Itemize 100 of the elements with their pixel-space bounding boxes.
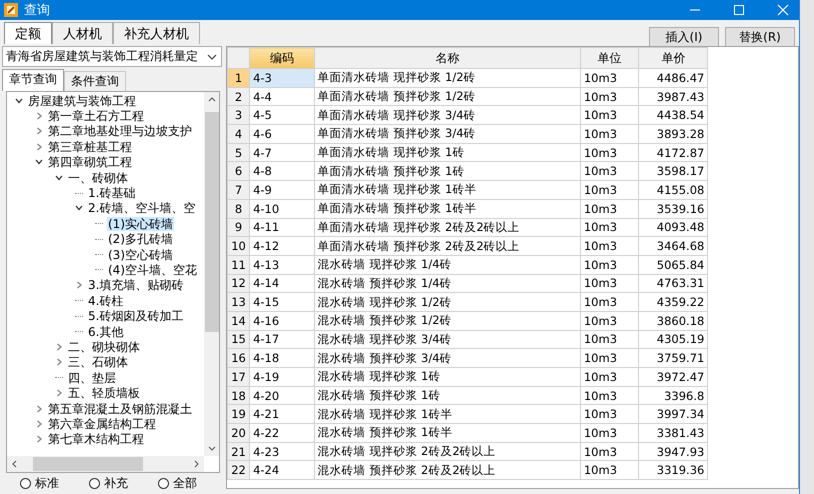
radio-label: 补充 bbox=[104, 475, 128, 492]
table-cell: 10m3 bbox=[580, 424, 639, 442]
tree-item[interactable]: 第四章砌筑工程 bbox=[47, 155, 133, 170]
row-number: 22 bbox=[228, 460, 250, 480]
table-cell: 4-20 bbox=[250, 386, 314, 405]
table-cell: 3464.68 bbox=[638, 236, 708, 256]
table-cell: 3997.34 bbox=[638, 404, 708, 424]
row-number: 18 bbox=[228, 386, 250, 405]
row-number: 21 bbox=[228, 442, 250, 461]
scroll-right-icon[interactable] bbox=[194, 460, 200, 468]
table-cell: 10m3 bbox=[580, 368, 639, 386]
tree-item[interactable]: (3)空心砖墙 bbox=[107, 248, 174, 262]
column-header[interactable]: 编码 bbox=[250, 48, 314, 68]
chevron-right-icon[interactable] bbox=[35, 435, 43, 444]
scroll-down-icon[interactable] bbox=[208, 446, 216, 452]
tree-item[interactable]: 2.砖墙、空斗墙、空 bbox=[87, 201, 196, 216]
table-cell: 混水砖墙 现拌砂浆 3/4砖 bbox=[314, 330, 580, 349]
chevron-right-icon[interactable] bbox=[35, 127, 43, 136]
horizontal-scrollbar[interactable] bbox=[7, 456, 204, 472]
chevron-right-icon[interactable] bbox=[55, 358, 63, 366]
table-cell: 3598.17 bbox=[638, 162, 708, 181]
chevron-down-icon[interactable] bbox=[15, 96, 23, 105]
table-cell: 4-23 bbox=[250, 442, 314, 461]
table-cell: 单面清水砖墙 现拌砂浆 2砖及2砖以上 bbox=[314, 218, 580, 237]
action-button[interactable]: 替换(R) bbox=[725, 27, 795, 47]
tree-item[interactable]: 二、砌块砌体 bbox=[67, 340, 141, 354]
table-cell: 混水砖墙 现拌砂浆 2砖及2砖以上 bbox=[314, 442, 580, 461]
row-number: 1 bbox=[228, 68, 250, 88]
tree-item[interactable]: 5.砖烟囱及砖加工 bbox=[87, 309, 184, 324]
tree-item[interactable]: 五、轻质墙板 bbox=[67, 386, 141, 400]
table-cell: 4-3 bbox=[250, 68, 314, 88]
tab[interactable]: 章节查询 bbox=[2, 69, 64, 91]
table-cell: 3539.16 bbox=[638, 199, 708, 218]
tree-item[interactable]: (1)实心砖墙 bbox=[107, 216, 174, 231]
table-cell: 4-10 bbox=[250, 199, 314, 218]
chevron-right-icon[interactable] bbox=[55, 389, 63, 398]
radio-button[interactable] bbox=[158, 478, 169, 489]
table-cell: 混水砖墙 预拌砂浆 1砖半 bbox=[314, 424, 580, 442]
tree-item[interactable]: 1.砖基础 bbox=[87, 186, 136, 200]
action-button[interactable]: 插入(I) bbox=[649, 27, 719, 47]
tree-item[interactable]: 三、石砌体 bbox=[67, 355, 129, 370]
tree-item[interactable]: 第一章土石方工程 bbox=[47, 109, 145, 124]
chevron-down-icon[interactable] bbox=[55, 174, 63, 182]
table-cell: 4-14 bbox=[250, 274, 314, 293]
table-cell: 4-9 bbox=[250, 180, 314, 200]
table-cell: 10m3 bbox=[580, 236, 639, 256]
table-cell: 10m3 bbox=[580, 106, 639, 125]
table-cell: 4-15 bbox=[250, 292, 314, 312]
tree-item[interactable]: 第七章木结构工程 bbox=[47, 432, 145, 446]
tree-item[interactable]: 6.其他 bbox=[87, 324, 124, 339]
library-dropdown[interactable]: 青海省房屋建筑与装饰工程消耗量定 bbox=[2, 46, 222, 67]
radio-button[interactable] bbox=[20, 478, 31, 489]
chevron-right-icon[interactable] bbox=[35, 420, 43, 428]
tree-item[interactable]: 第二章地基处理与边坡支护 bbox=[47, 124, 193, 138]
tab[interactable]: 补充人材机 bbox=[113, 22, 200, 44]
table-cell: 10m3 bbox=[580, 162, 639, 181]
chevron-down-icon[interactable] bbox=[75, 204, 83, 212]
column-header[interactable]: 名称 bbox=[314, 48, 580, 68]
tree-item[interactable]: 第三章桩基工程 bbox=[47, 140, 133, 154]
column-header[interactable]: 单价 bbox=[638, 48, 708, 68]
row-number: 2 bbox=[228, 87, 250, 106]
table-cell: 3381.43 bbox=[638, 424, 708, 442]
table-cell: 3972.47 bbox=[638, 368, 708, 386]
table-cell: 4359.22 bbox=[638, 292, 708, 312]
tree-item[interactable]: 房屋建筑与装饰工程 bbox=[27, 94, 137, 108]
row-number: 16 bbox=[228, 348, 250, 368]
tree-item[interactable]: (2)多孔砖墙 bbox=[107, 232, 174, 246]
radio-button[interactable] bbox=[89, 478, 100, 489]
tab[interactable]: 人材机 bbox=[52, 22, 113, 44]
scroll-up-icon[interactable] bbox=[208, 96, 216, 102]
tree-item[interactable]: 第六章金属结构工程 bbox=[47, 416, 157, 431]
chevron-right-icon[interactable] bbox=[35, 142, 43, 151]
table-cell: 3893.28 bbox=[638, 124, 708, 144]
tree-item[interactable]: 4.砖柱 bbox=[87, 294, 124, 308]
tree-item[interactable]: 四、垫层 bbox=[67, 370, 117, 385]
chevron-right-icon[interactable] bbox=[55, 342, 63, 351]
column-header[interactable]: 单位 bbox=[580, 48, 639, 68]
tab[interactable]: 条件查询 bbox=[64, 71, 126, 91]
tree-item[interactable]: 3.填充墙、贴砌砖 bbox=[87, 278, 184, 292]
table-cell: 10m3 bbox=[580, 218, 639, 237]
chevron-right-icon[interactable] bbox=[75, 281, 83, 290]
scroll-left-icon[interactable] bbox=[11, 460, 17, 468]
table-cell: 10m3 bbox=[580, 442, 639, 461]
close-icon[interactable] bbox=[777, 4, 789, 16]
tab[interactable]: 定额 bbox=[4, 22, 52, 44]
table-cell: 10m3 bbox=[580, 68, 639, 88]
table-cell: 混水砖墙 现拌砂浆 1砖半 bbox=[314, 404, 580, 424]
maximize-icon[interactable] bbox=[733, 4, 745, 16]
table-cell: 单面清水砖墙 预拌砂浆 1砖半 bbox=[314, 199, 580, 218]
table-cell: 4-19 bbox=[250, 368, 314, 386]
chevron-right-icon[interactable] bbox=[35, 404, 43, 412]
tree-item[interactable]: (4)空斗墙、空花 bbox=[107, 262, 198, 277]
row-number: 6 bbox=[228, 162, 250, 181]
table-cell: 混水砖墙 现拌砂浆 1砖 bbox=[314, 368, 580, 386]
tree-item[interactable]: 第五章混凝土及钢筋混凝土 bbox=[47, 402, 193, 416]
row-number: 7 bbox=[228, 180, 250, 200]
vertical-scrollbar[interactable] bbox=[204, 92, 219, 456]
chevron-down-icon[interactable] bbox=[35, 158, 43, 166]
chevron-right-icon[interactable] bbox=[35, 112, 43, 120]
tree-item[interactable]: 一、砖砌体 bbox=[67, 170, 129, 185]
